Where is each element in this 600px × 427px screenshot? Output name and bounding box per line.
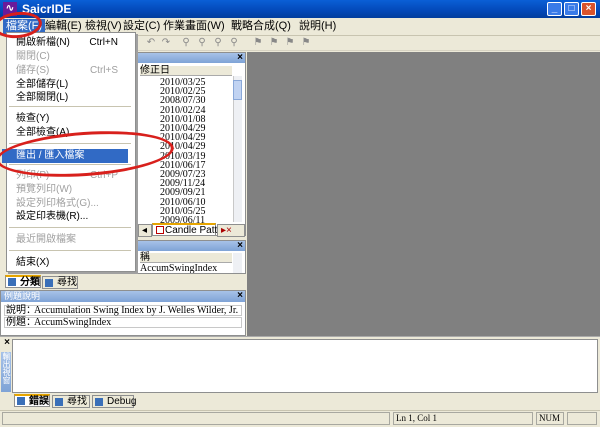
description-value: Accumulation Swing Index by J. Welles Wi…: [34, 305, 239, 316]
replace-icon[interactable]: ⚲: [228, 37, 240, 49]
menu-workspace[interactable]: 作業畫面(W): [160, 19, 228, 34]
maximize-icon[interactable]: □: [564, 2, 579, 16]
menu-strategy[interactable]: 戰略合成(Q): [228, 19, 294, 34]
category-icon: [8, 278, 16, 286]
menu-separator: [9, 106, 131, 107]
close-search-panel-icon[interactable]: ×: [235, 241, 245, 251]
close-output-icon[interactable]: ×: [2, 338, 12, 348]
output-text-area[interactable]: [12, 339, 598, 393]
menu-separator: [9, 227, 131, 228]
editor-area: [247, 52, 600, 336]
bookmark-next-icon[interactable]: ⚑: [268, 37, 280, 49]
undo-icon[interactable]: ↶: [145, 37, 157, 49]
file-menu-item[interactable]: 結束(X): [16, 257, 126, 269]
output-side-label: 輸出視窗: [1, 352, 11, 392]
status-extra: [567, 412, 597, 425]
example-label: 例題：: [6, 317, 36, 328]
date-column-header[interactable]: 修正日: [140, 66, 232, 76]
file-menu-item-label: 結束(X): [16, 257, 50, 268]
file-menu-item[interactable]: 設定印表機(R)...: [16, 211, 126, 223]
file-menu-item-label: 關閉(C): [16, 51, 50, 62]
name-column-header[interactable]: 稱: [140, 253, 232, 263]
description-label: 說明：: [6, 305, 36, 316]
search-list-scrollbar[interactable]: [233, 253, 242, 273]
file-list-scroll-thumb[interactable]: [233, 80, 242, 100]
search-result-row[interactable]: AccumSwingIndex: [140, 264, 232, 273]
file-menu-item[interactable]: 設定列印格式(G)...: [16, 198, 126, 210]
file-menu-item[interactable]: 開啟新檔(N) Ctrl+N: [16, 37, 126, 49]
find-next-icon[interactable]: ⚲: [196, 37, 208, 49]
close-icon[interactable]: ×: [581, 2, 596, 16]
close-example-panel-icon[interactable]: ×: [235, 291, 245, 301]
title-bar: [0, 0, 600, 18]
file-menu-item-label: 儲存(S): [16, 65, 50, 76]
file-menu-item[interactable]: 關閉(C): [16, 51, 126, 63]
find-results-icon: [55, 398, 63, 406]
chart-icon: [156, 226, 164, 234]
errors-icon: [17, 397, 25, 405]
file-menu-item-label: 全部儲存(L): [16, 79, 69, 90]
file-menu-item-label: 設定印表機(R)...: [16, 211, 89, 222]
bookmark-prev-icon[interactable]: ⚑: [284, 37, 296, 49]
file-menu-item-shortcut: Ctrl+S: [89, 65, 118, 76]
file-menu-item-label: 檢查(Y): [16, 113, 50, 124]
bookmark-clear-icon[interactable]: ⚑: [300, 37, 312, 49]
file-menu-item-label: 開啟新檔(N): [16, 37, 70, 48]
menu-help[interactable]: 說明(H): [296, 19, 339, 34]
file-menu-item[interactable]: 最近開啟檔案: [16, 234, 126, 246]
file-menu-item-shortcut: Ctrl+N: [89, 37, 118, 48]
file-menu-item[interactable]: 全部關閉(L): [16, 92, 126, 104]
file-menu-item[interactable]: 儲存(S) Ctrl+S: [16, 65, 126, 77]
file-menu-item[interactable]: 預覽列印(W): [16, 184, 126, 196]
file-menu-item-label: 最近開啟檔案: [16, 234, 76, 245]
minimize-icon[interactable]: _: [547, 2, 562, 16]
file-menu-item[interactable]: 全部儲存(L): [16, 79, 126, 91]
menu-separator: [9, 250, 131, 251]
find-prev-icon[interactable]: ⚲: [212, 37, 224, 49]
search-panel-header: [137, 241, 245, 251]
redo-icon[interactable]: ↷: [160, 37, 172, 49]
num-lock-indicator: NUM: [536, 412, 564, 425]
tab-prev[interactable]: ◂: [138, 224, 152, 237]
bookmark-icon[interactable]: ⚑: [252, 37, 264, 49]
cursor-position: Ln 1, Col 1: [393, 412, 533, 425]
file-menu-item[interactable]: 檢查(Y): [16, 113, 126, 125]
example-panel-title: 例題說明: [4, 291, 41, 301]
file-menu-item-label: 全部關閉(L): [16, 92, 69, 103]
tab-next[interactable]: ▸×: [217, 224, 245, 237]
search-icon: [45, 279, 53, 287]
file-menu-item-label: 預覽列印(W): [16, 184, 73, 195]
file-list-panel-header: [137, 53, 245, 63]
debug-icon: [95, 398, 103, 406]
example-value: AccumSwingIndex: [34, 317, 112, 328]
find-icon[interactable]: ⚲: [180, 37, 192, 49]
close-panel-icon[interactable]: ×: [235, 53, 245, 63]
file-menu-item-label: 設定列印格式(G)...: [16, 198, 99, 209]
status-message: [2, 412, 390, 425]
